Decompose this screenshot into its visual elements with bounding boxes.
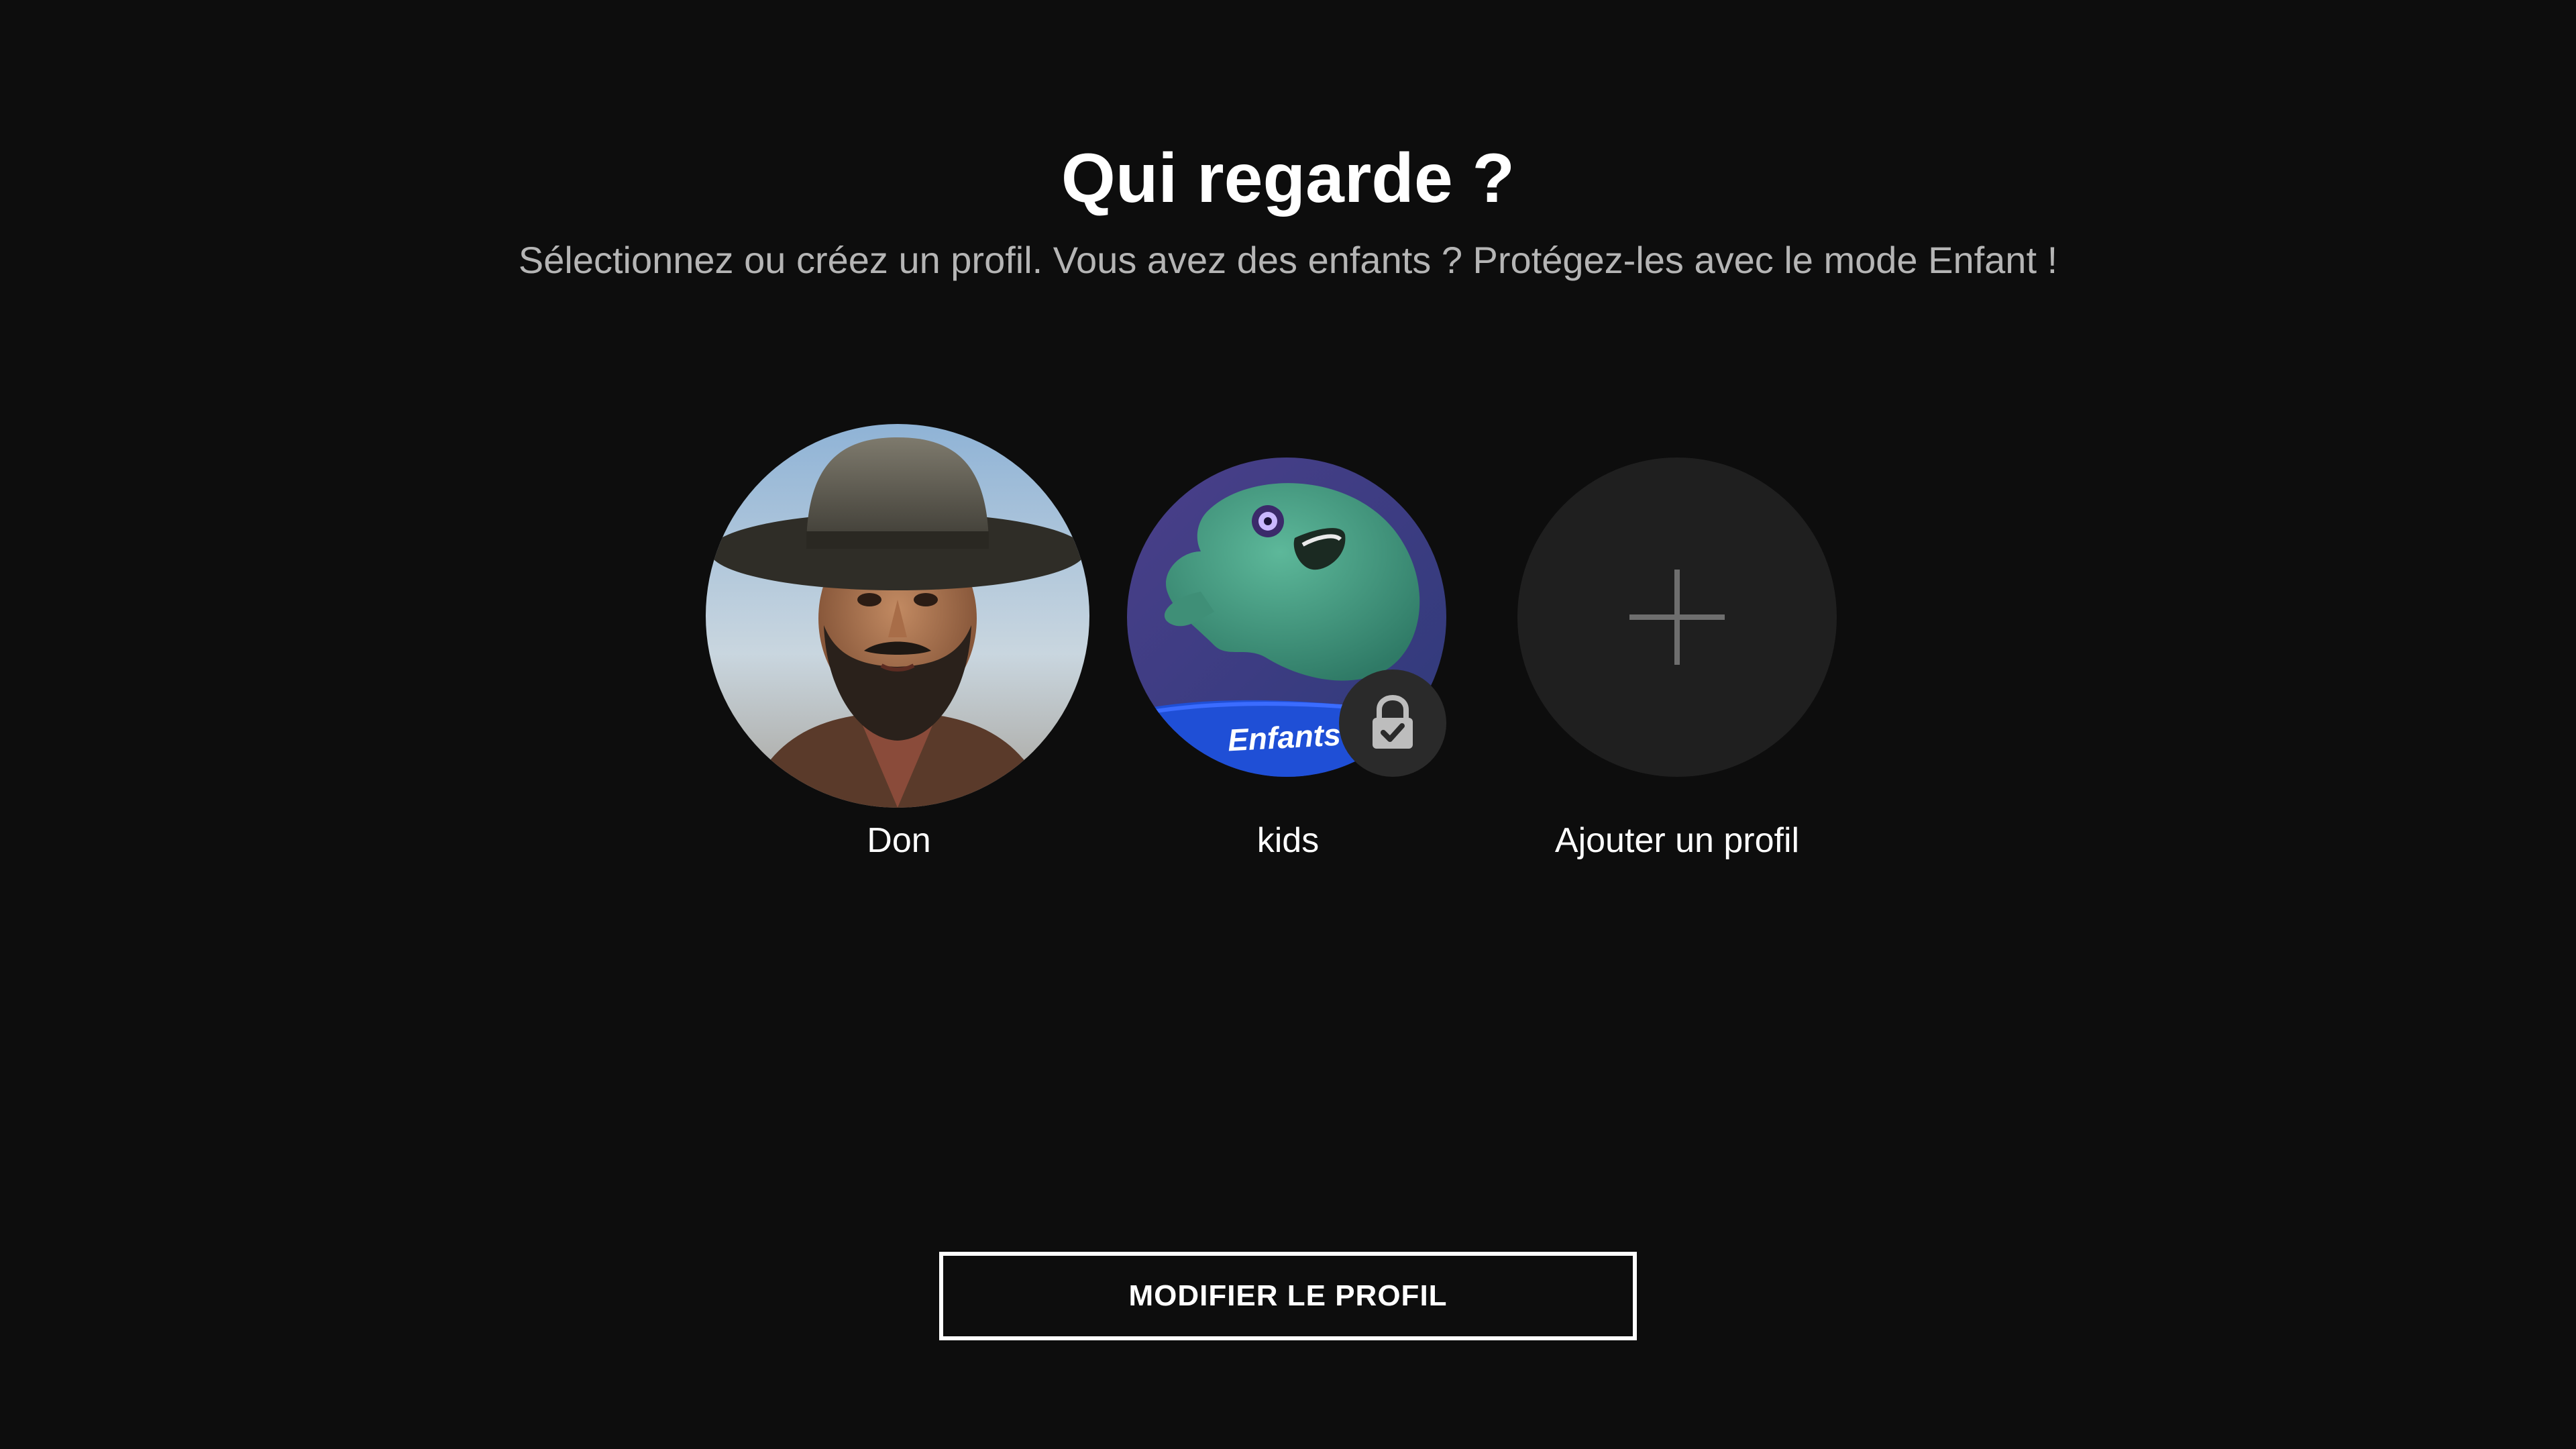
- add-profile-circle[interactable]: [1517, 458, 1837, 777]
- lock-check-icon: [1373, 695, 1413, 749]
- lock-badge: [1339, 669, 1446, 777]
- profile-selection-screen: Qui regarde ? Sélectionnez ou créez un p…: [0, 0, 2576, 1449]
- add-profile-label: Ajouter un profil: [1554, 821, 1800, 860]
- plus-icon: [1629, 570, 1725, 665]
- profile-name-kids: kids: [1256, 821, 1320, 860]
- kids-banner-text: Enfants: [1226, 716, 1342, 758]
- profile-name-don: Don: [867, 821, 931, 860]
- cowboy-portrait-image: [706, 424, 1089, 808]
- profile-list: Don Enfants kids Ajouter un profil: [0, 0, 2576, 1449]
- avatar-don[interactable]: [706, 424, 1089, 808]
- edit-profile-button[interactable]: MODIFIER LE PROFIL: [939, 1252, 1637, 1340]
